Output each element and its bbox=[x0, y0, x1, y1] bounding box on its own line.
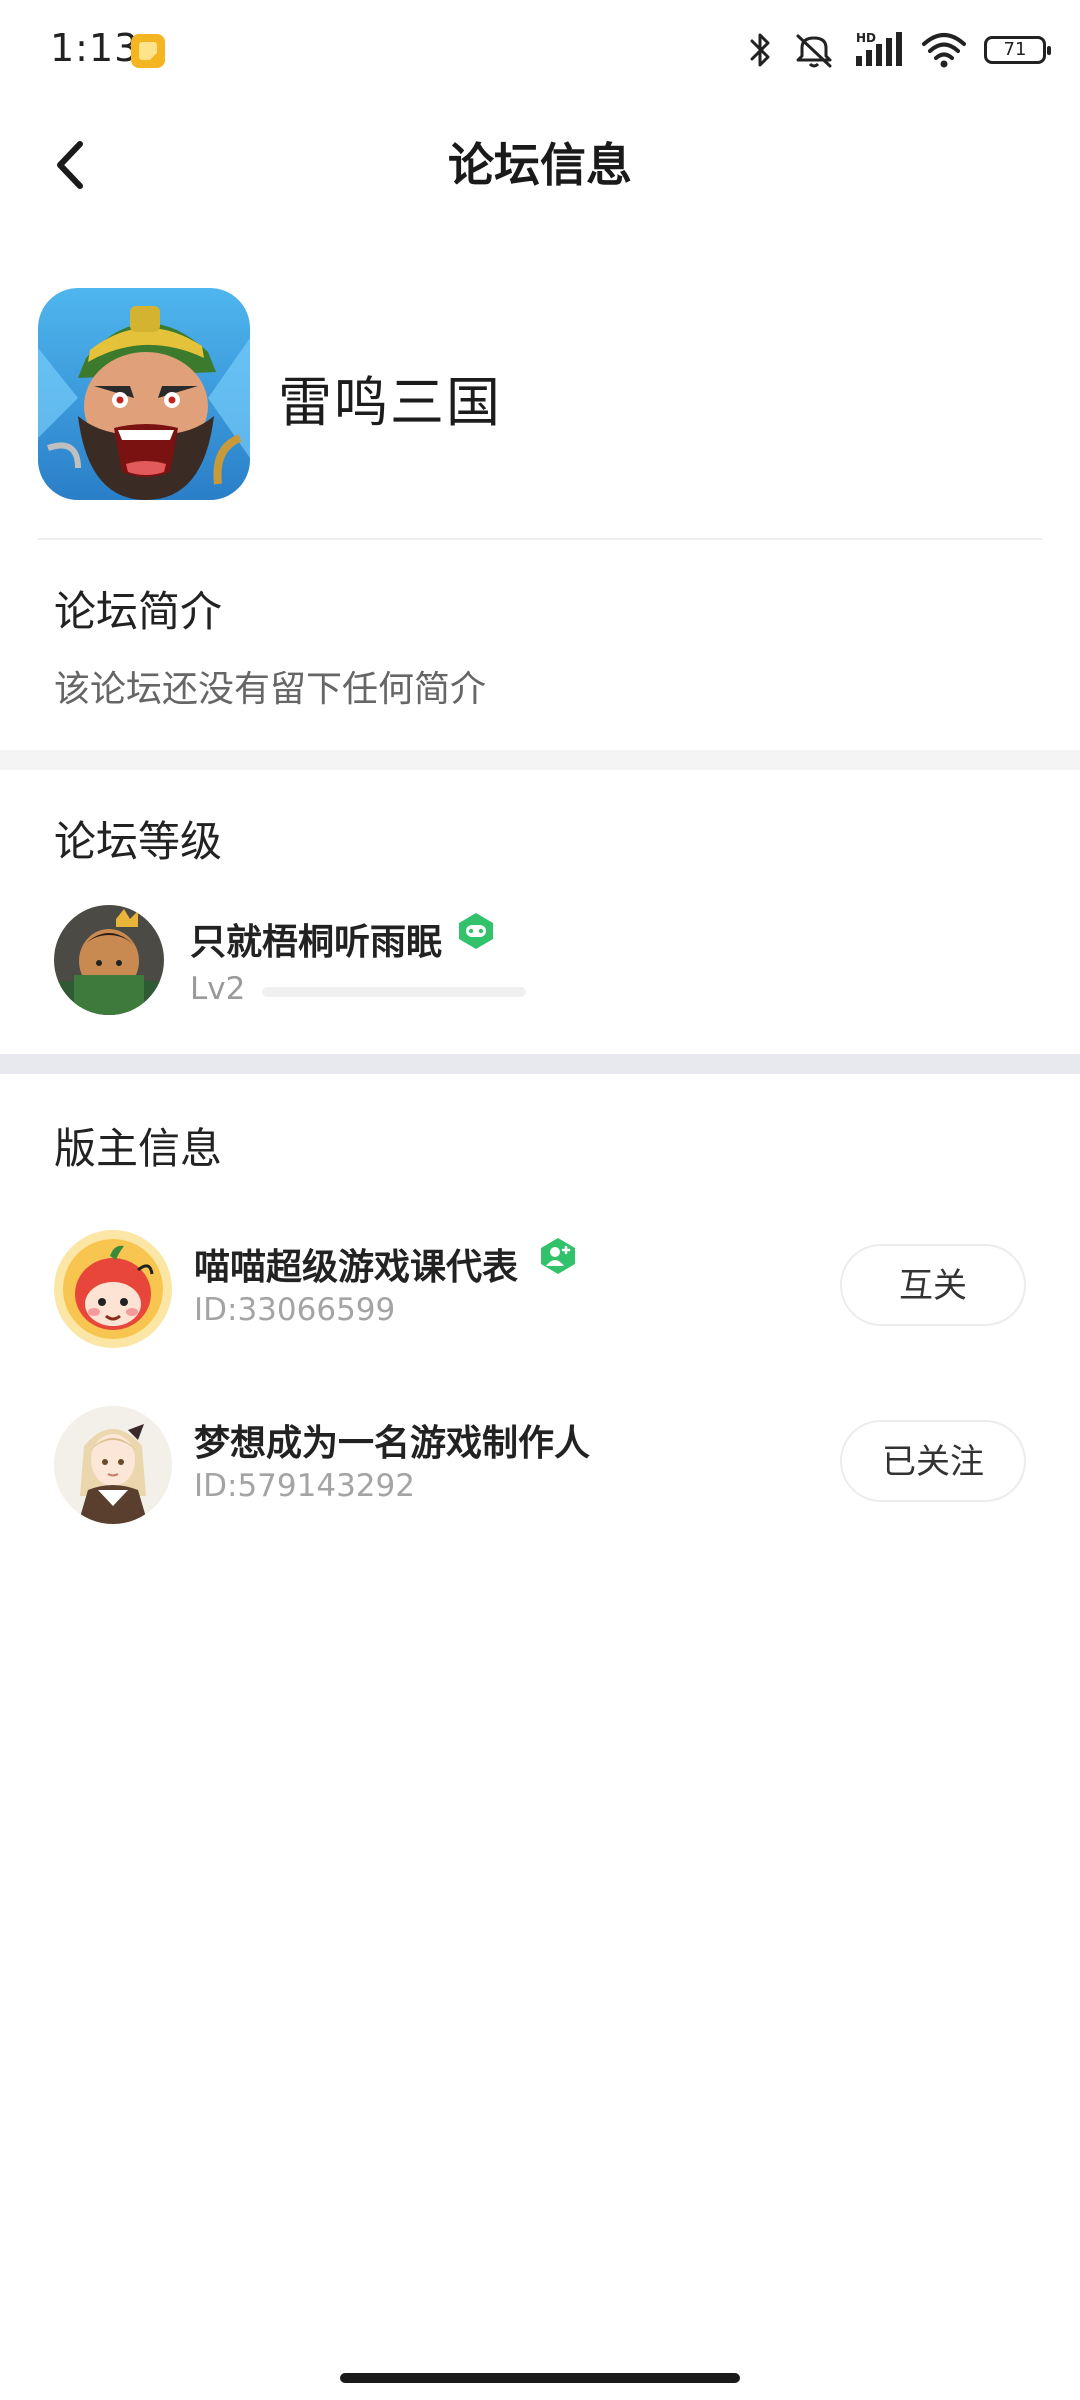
level-row[interactable]: 只就梧桐听雨眠 Lv2 bbox=[54, 905, 954, 1015]
moderator-id: ID:33066599 bbox=[194, 1292, 396, 1328]
status-bar: 1:13 HD 71 bbox=[0, 0, 1080, 100]
home-indicator[interactable] bbox=[340, 2373, 740, 2383]
status-time: 1:13 bbox=[50, 26, 140, 70]
screen: 1:13 HD 71 论坛信息 雷鸣三国 论坛简介 该论坛还没有留下任何简介 论… bbox=[0, 0, 1080, 2400]
notification-app-icon bbox=[131, 34, 165, 68]
level-section-title: 论坛等级 bbox=[54, 817, 223, 866]
forum-name: 雷鸣三国 bbox=[278, 371, 502, 434]
following-button[interactable]: 已关注 bbox=[840, 1420, 1026, 1502]
bluetooth-icon bbox=[750, 33, 770, 67]
list-item[interactable]: 喵喵超级游戏课代表 ID:33066599 互关 bbox=[54, 1230, 1026, 1350]
forum-header: 雷鸣三国 bbox=[38, 288, 1042, 538]
battery-icon: 71 bbox=[984, 36, 1051, 64]
game-app-icon[interactable] bbox=[38, 288, 250, 500]
chevron-left-icon bbox=[57, 141, 83, 189]
game-badge-icon bbox=[456, 911, 496, 955]
avatar[interactable] bbox=[54, 1406, 172, 1524]
wifi-icon bbox=[922, 33, 966, 68]
section-separator bbox=[0, 1054, 1080, 1074]
status-icons: HD 71 bbox=[748, 28, 1051, 72]
moderator-name: 梦想成为一名游戏制作人 bbox=[194, 1423, 591, 1464]
level-label: Lv2 bbox=[190, 971, 246, 1007]
moderator-badge-icon bbox=[538, 1236, 578, 1280]
section-separator bbox=[0, 750, 1080, 770]
moderator-id: ID:579143292 bbox=[194, 1468, 415, 1504]
divider bbox=[38, 538, 1042, 540]
level-user-name: 只就梧桐听雨眠 bbox=[190, 922, 443, 963]
level-progress-bar bbox=[262, 987, 526, 997]
intro-text: 该论坛还没有留下任何简介 bbox=[54, 669, 487, 710]
hd-signal-icon: HD bbox=[856, 31, 902, 66]
back-button[interactable] bbox=[40, 130, 100, 200]
page-title: 论坛信息 bbox=[448, 138, 632, 192]
nav-header: 论坛信息 bbox=[0, 110, 1080, 220]
moderator-name: 喵喵超级游戏课代表 bbox=[194, 1247, 519, 1288]
avatar[interactable] bbox=[54, 1230, 172, 1348]
mutual-follow-button[interactable]: 互关 bbox=[840, 1244, 1026, 1326]
list-item[interactable]: 梦想成为一名游戏制作人 ID:579143292 已关注 bbox=[54, 1406, 1026, 1526]
mute-icon bbox=[796, 34, 832, 68]
svg-text:HD: HD bbox=[856, 31, 876, 45]
moderators-section-title: 版主信息 bbox=[54, 1124, 223, 1173]
intro-section-title: 论坛简介 bbox=[54, 587, 223, 636]
avatar[interactable] bbox=[54, 905, 164, 1015]
